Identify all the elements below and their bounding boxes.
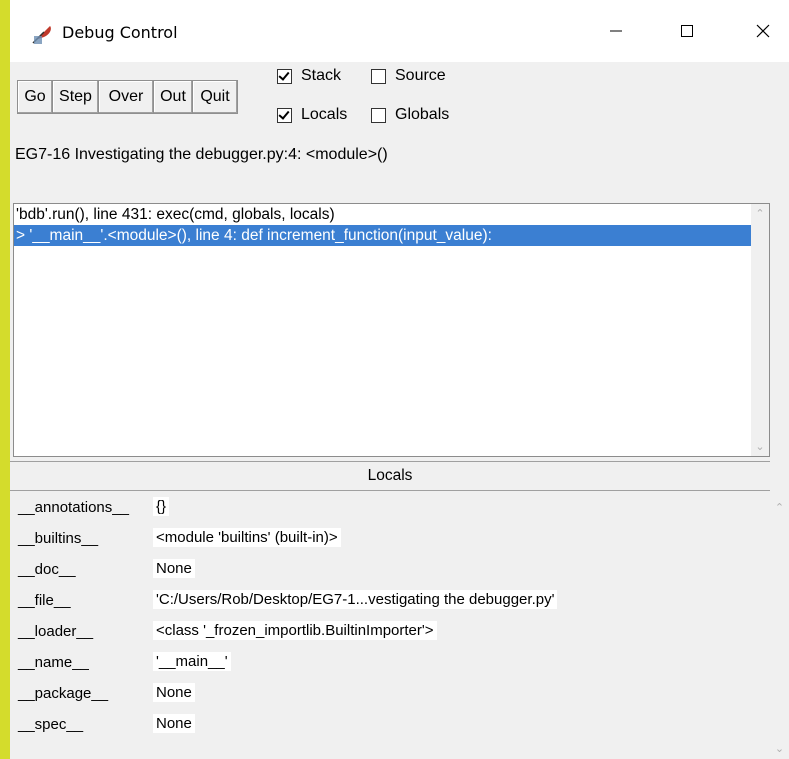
source-checkbox-label: Source bbox=[395, 67, 446, 84]
feather-debug-icon bbox=[32, 26, 51, 44]
local-name: __builtins__ bbox=[18, 530, 99, 547]
locals-row: __file__ 'C:/Users/Rob/Desktop/EG7-1...v… bbox=[10, 588, 770, 618]
maximize-button[interactable] bbox=[664, 14, 710, 48]
locals-checkbox[interactable]: Locals bbox=[277, 106, 347, 124]
scroll-up-icon[interactable]: ⌃ bbox=[751, 207, 769, 220]
locals-row: __doc__ None bbox=[10, 557, 770, 587]
globals-checkbox[interactable]: Globals bbox=[371, 106, 449, 124]
close-button[interactable] bbox=[740, 14, 786, 48]
locals-row: __spec__ None bbox=[10, 712, 770, 742]
local-name: __doc__ bbox=[18, 561, 76, 578]
scroll-down-icon[interactable]: ⌄ bbox=[751, 440, 769, 453]
debug-control-window: Debug Control Go Step Over Out Quit Stac… bbox=[10, 0, 789, 759]
locals-header: Locals bbox=[10, 461, 770, 491]
locals-scrollbar[interactable]: ⌃ ⌄ bbox=[770, 491, 789, 759]
local-name: __spec__ bbox=[18, 716, 84, 733]
local-name: __package__ bbox=[18, 685, 109, 702]
local-name: __annotations__ bbox=[18, 499, 129, 516]
local-value[interactable]: None bbox=[153, 559, 195, 578]
locals-row: __name__ '__main__' bbox=[10, 650, 770, 680]
locals-checkbox-box[interactable] bbox=[277, 107, 292, 123]
local-value[interactable]: {} bbox=[153, 497, 170, 516]
locals-table: __annotations__ {} __builtins__ <module … bbox=[10, 491, 789, 759]
minimize-button[interactable] bbox=[593, 14, 639, 48]
minimize-icon bbox=[610, 30, 622, 32]
stack-scrollbar[interactable]: ⌃ ⌄ bbox=[751, 204, 769, 456]
local-value[interactable]: None bbox=[153, 714, 195, 733]
stack-checkbox-label: Stack bbox=[301, 67, 342, 84]
stack-checkbox[interactable]: Stack bbox=[277, 67, 341, 85]
stack-checkbox-box[interactable] bbox=[277, 68, 292, 84]
quit-button[interactable]: Quit bbox=[192, 80, 238, 114]
maximize-icon bbox=[681, 25, 693, 37]
globals-checkbox-box[interactable] bbox=[371, 107, 386, 123]
locals-row: __builtins__ <module 'builtins' (built-i… bbox=[10, 526, 770, 556]
stack-listbox[interactable]: 'bdb'.run(), line 431: exec(cmd, globals… bbox=[13, 203, 770, 457]
source-checkbox-box[interactable] bbox=[371, 68, 386, 84]
debug-toolbar: Go Step Over Out Quit bbox=[17, 80, 238, 114]
go-button[interactable]: Go bbox=[17, 80, 53, 114]
step-button[interactable]: Step bbox=[52, 80, 99, 114]
local-name: __file__ bbox=[18, 592, 71, 609]
local-value[interactable]: '__main__' bbox=[153, 652, 231, 671]
scroll-up-icon[interactable]: ⌃ bbox=[770, 501, 789, 514]
title-bar[interactable]: Debug Control bbox=[10, 0, 789, 62]
over-button[interactable]: Over bbox=[98, 80, 154, 114]
locals-row: __loader__ <class '_frozen_importlib.Bui… bbox=[10, 619, 770, 649]
local-name: __loader__ bbox=[18, 623, 94, 640]
local-value[interactable]: <class '_frozen_importlib.BuiltinImporte… bbox=[153, 621, 437, 640]
local-value[interactable]: None bbox=[153, 683, 195, 702]
locals-row: __annotations__ {} bbox=[10, 495, 770, 525]
globals-checkbox-label: Globals bbox=[395, 106, 450, 123]
local-value[interactable]: 'C:/Users/Rob/Desktop/EG7-1...vestigatin… bbox=[153, 590, 558, 609]
locals-row: __package__ None bbox=[10, 681, 770, 711]
out-button[interactable]: Out bbox=[153, 80, 193, 114]
scroll-down-icon[interactable]: ⌄ bbox=[770, 742, 789, 755]
window-title: Debug Control bbox=[62, 23, 178, 42]
stack-frame-item[interactable]: 'bdb'.run(), line 431: exec(cmd, globals… bbox=[14, 204, 769, 225]
locals-checkbox-label: Locals bbox=[301, 106, 348, 123]
local-value[interactable]: <module 'builtins' (built-in)> bbox=[153, 528, 341, 547]
status-line: EG7-16 Investigating the debugger.py:4: … bbox=[15, 146, 388, 163]
source-checkbox[interactable]: Source bbox=[371, 67, 446, 85]
close-icon bbox=[756, 24, 770, 38]
stack-frame-item-selected[interactable]: > '__main__'.<module>(), line 4: def inc… bbox=[14, 225, 769, 246]
local-name: __name__ bbox=[18, 654, 89, 671]
